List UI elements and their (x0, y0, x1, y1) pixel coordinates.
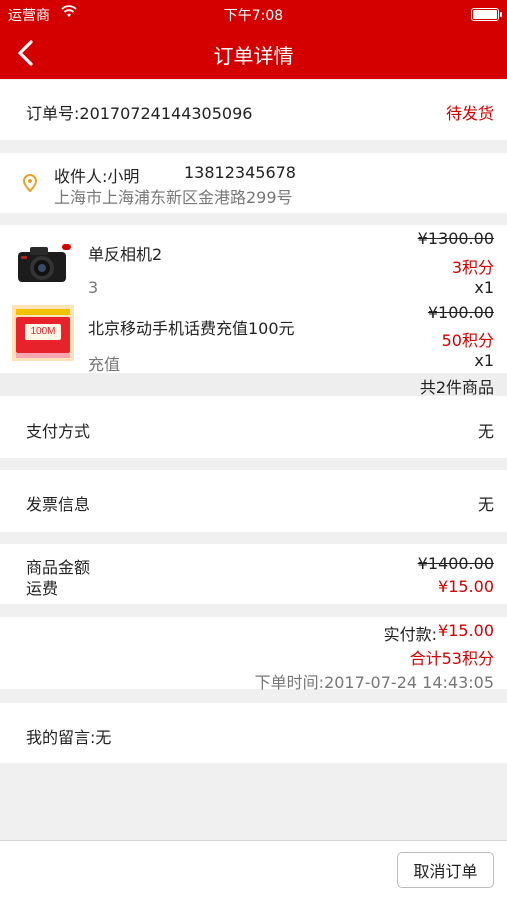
order-status-badge: 待发货 (445, 104, 494, 123)
invoice-value: 无 (477, 495, 494, 514)
goods-quantity: x1 (474, 351, 494, 370)
goods-name: 北京移动手机话费充值100元 (88, 319, 295, 338)
goods-amount-value: ¥1400.00 (417, 554, 494, 573)
payment-summary: 实付款: ¥15.00 合计53积分 下单时间:2017-07-24 14:43… (0, 617, 507, 692)
payment-label: 支付方式 (26, 422, 91, 441)
paid-value: ¥15.00 (438, 621, 494, 640)
goods-points: 3积分 (451, 258, 494, 277)
bottom-action-bar: 取消订单 (0, 840, 507, 900)
goods-original-price: ¥1300.00 (417, 229, 494, 248)
shipping-address: 上海市上海浦东新区金港路299号 (54, 188, 293, 207)
battery-icon (471, 8, 502, 21)
page-title: 订单详情 (213, 44, 294, 68)
goods-points: 50积分 (441, 331, 494, 350)
message-row: 我的留言:无 (0, 703, 507, 763)
goods-spec: 充值 (88, 355, 121, 374)
order-number-row: 订单号:20170724144305096 待发货 (0, 80, 507, 140)
goods-name: 单反相机2 (88, 245, 163, 264)
goods-spec: 3 (88, 278, 99, 297)
status-bar: 运营商 下午7:08 (0, 0, 507, 28)
amount-section: 商品金额 ¥1400.00 运费 ¥15.00 (0, 544, 507, 604)
clock: 下午7:08 (223, 8, 284, 24)
payment-method-row[interactable]: 支付方式 无 (0, 396, 507, 458)
camera-thumbnail (18, 244, 71, 282)
order-time: 下单时间:2017-07-24 14:43:05 (254, 673, 494, 692)
nav-bar: 订单详情 (0, 28, 507, 79)
goods-list: 单反相机2 3 ¥1300.00 3积分 x1 100M 北京移动手机话费充值1… (0, 225, 507, 374)
shipping-fee-value: ¥15.00 (438, 577, 494, 596)
location-pin-icon (22, 174, 38, 193)
invoice-label: 发票信息 (26, 495, 91, 514)
points-total: 合计53积分 (409, 649, 494, 668)
invoice-row[interactable]: 发票信息 无 (0, 470, 507, 532)
goods-quantity: x1 (474, 278, 494, 297)
address-section[interactable]: 收件人:小明 13812345678 上海市上海浦东新区金港路299号 (0, 153, 507, 213)
order-number: 订单号:20170724144305096 (26, 104, 253, 123)
recharge-thumbnail: 100M (12, 305, 74, 361)
goods-count-row: 共2件商品 (0, 373, 507, 397)
recharge-badge: 100M (25, 324, 61, 340)
goods-count: 共2件商品 (419, 378, 494, 397)
cancel-order-button[interactable]: 取消订单 (397, 852, 494, 888)
goods-original-price: ¥100.00 (427, 303, 494, 322)
receiver-phone: 13812345678 (184, 163, 296, 182)
paid-label: 实付款: (383, 625, 437, 644)
payment-value: 无 (477, 422, 494, 441)
buyer-message: 我的留言:无 (26, 728, 112, 747)
shipping-fee-label: 运费 (26, 579, 59, 598)
